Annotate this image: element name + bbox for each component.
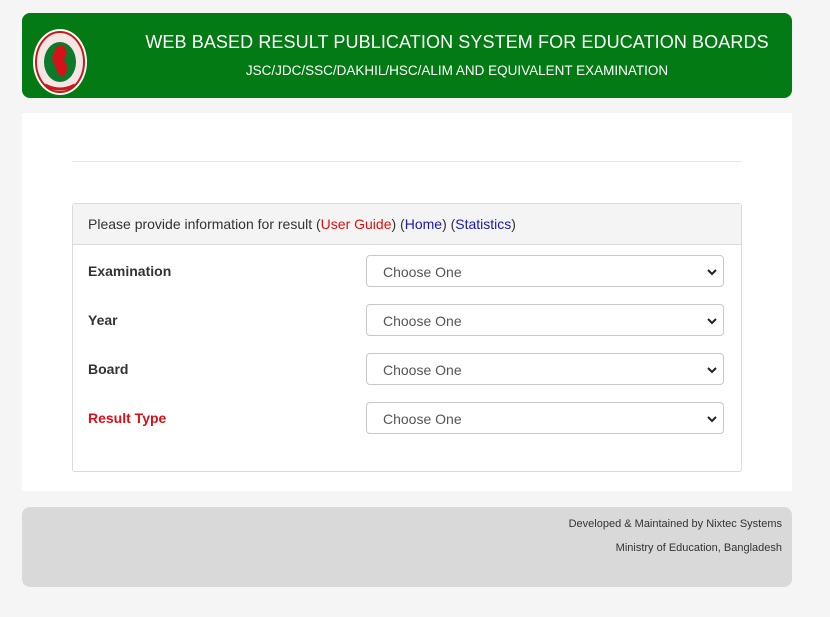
chevron-down-icon	[707, 269, 717, 276]
examination-select[interactable]: Choose One	[366, 255, 724, 287]
paren-sep-1: ) (	[391, 216, 405, 232]
year-select[interactable]: Choose One	[366, 304, 724, 336]
bangladesh-govt-seal-icon	[33, 29, 87, 95]
result-type-label: Result Type	[88, 410, 167, 426]
chevron-down-icon	[707, 367, 717, 374]
main-content: Please provide information for result (U…	[22, 113, 792, 491]
chevron-down-icon	[707, 416, 717, 423]
divider	[72, 161, 742, 162]
year-row: Year Choose One	[73, 304, 741, 346]
panel-prompt: Please provide information for result	[88, 216, 313, 232]
site-footer: Developed & Maintained by Nixtec Systems…	[22, 507, 792, 587]
footer-developer: Developed & Maintained by Nixtec Systems	[568, 518, 782, 530]
examination-select-value: Choose One	[383, 264, 462, 280]
year-label: Year	[88, 312, 118, 328]
statistics-link[interactable]: Statistics	[455, 216, 511, 232]
paren-close: )	[511, 216, 516, 232]
home-link[interactable]: Home	[405, 216, 442, 232]
result-type-row: Result Type Choose One	[73, 402, 741, 444]
year-select-value: Choose One	[383, 313, 462, 329]
result-type-select-value: Choose One	[383, 411, 462, 427]
site-title: WEB BASED RESULT PUBLICATION SYSTEM FOR …	[145, 32, 769, 52]
site-subtitle: JSC/JDC/SSC/DAKHIL/HSC/ALIM AND EQUIVALE…	[245, 63, 669, 78]
board-label: Board	[88, 361, 129, 377]
result-form-panel: Please provide information for result (U…	[72, 203, 742, 472]
footer-ministry: Ministry of Education, Bangladesh	[615, 542, 782, 554]
chevron-down-icon	[707, 318, 717, 325]
user-guide-link[interactable]: User Guide	[321, 216, 392, 232]
board-select-value: Choose One	[383, 362, 462, 378]
examination-label: Examination	[88, 263, 172, 279]
board-select[interactable]: Choose One	[366, 353, 724, 385]
board-row: Board Choose One	[73, 353, 741, 395]
panel-heading: Please provide information for result (U…	[73, 204, 741, 245]
result-type-select[interactable]: Choose One	[366, 402, 724, 434]
paren-sep-2: ) (	[442, 216, 456, 232]
examination-row: Examination Choose One	[73, 255, 741, 297]
site-header: WEB BASED RESULT PUBLICATION SYSTEM FOR …	[22, 13, 792, 98]
paren-open: (	[312, 216, 321, 232]
